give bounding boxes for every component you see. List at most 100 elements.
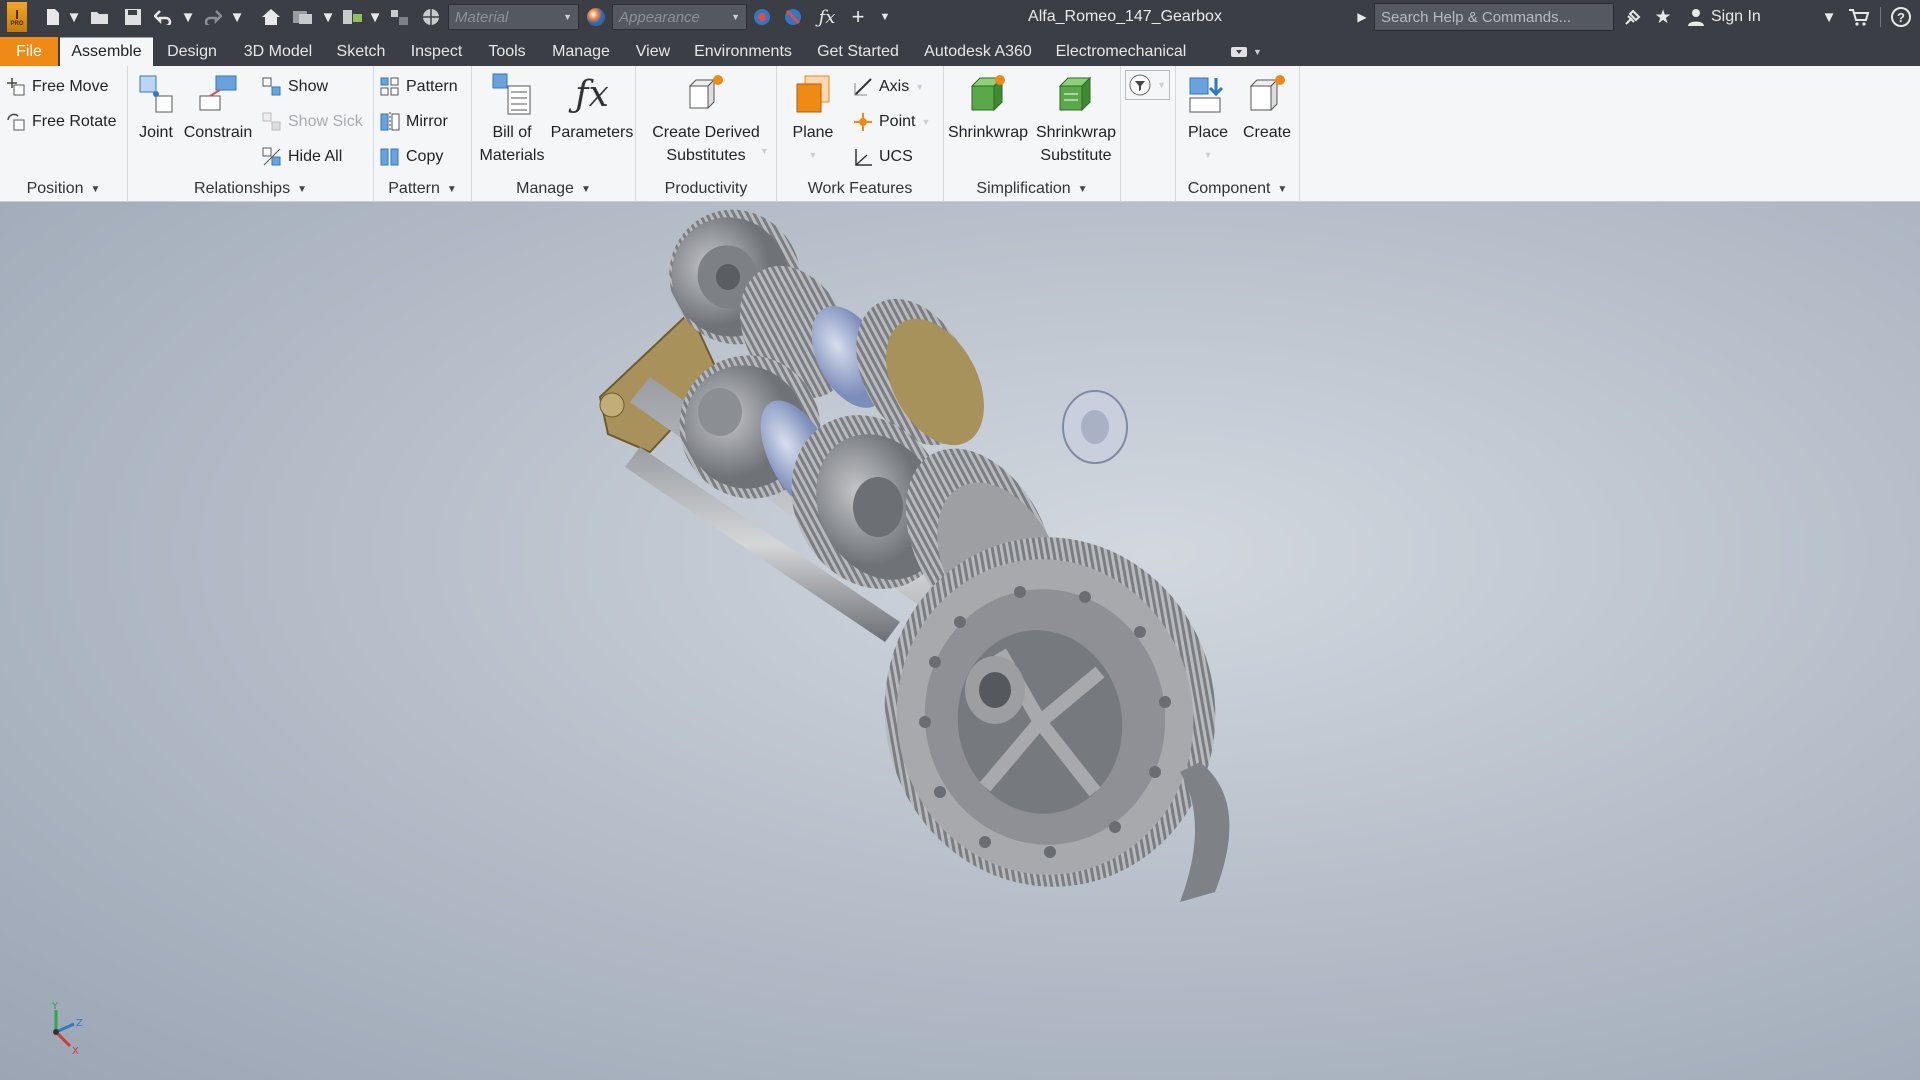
selection-filter-button[interactable]: ▼ [1125,70,1170,100]
update-button[interactable] [290,0,316,34]
gearbox-assembly-model[interactable] [0,202,1920,1080]
app-logo[interactable]: I PRO [4,0,30,34]
clear-appearance-button[interactable] [781,0,805,34]
create-button[interactable]: Create [1238,70,1296,144]
new-file-button[interactable] [40,0,66,34]
store-button[interactable] [1845,0,1873,34]
ucs-icon [855,149,872,166]
help-search-input[interactable]: Search Help & Commands... [1374,3,1614,31]
sign-in-dropdown[interactable]: ▼ [1822,0,1837,34]
panel-component: Place ▼ Create Component ▼ [1176,66,1300,202]
save-button[interactable] [120,0,146,34]
bill-of-materials-button[interactable]: Bill of Materials [476,70,548,167]
open-button[interactable] [87,0,113,34]
show-label: Show [288,78,329,95]
ribbon-tabs: File Assemble Design 3D Model Sketch Ins… [0,34,1920,66]
select-priority-button[interactable] [340,0,366,34]
measure-icon [391,10,408,25]
chevron-down-icon: ▼ [921,117,931,127]
joint-button[interactable]: Joint [134,70,178,144]
panel-title-manage[interactable]: Manage ▼ [472,176,635,202]
free-rotate-button[interactable]: Free Rotate [6,107,116,137]
create-derived-substitutes-button[interactable]: Create Derived Substitutes [646,70,766,167]
panel-title-simplification[interactable]: Simplification ▼ [944,176,1120,202]
tab-tools[interactable]: Tools [480,37,534,66]
panel-title-relationships[interactable]: Relationships ▼ [128,176,373,202]
tab-design[interactable]: Design [158,37,226,66]
shrinkwrap-substitute-line1: Shrinkwrap [1035,124,1117,141]
mirror-icon [380,112,400,132]
tab-inspect[interactable]: Inspect [403,37,470,66]
undo-button[interactable] [152,0,176,34]
tab-manage[interactable]: Manage [545,37,617,66]
shrinkwrap-button[interactable]: Shrinkwrap [944,70,1032,144]
tab-assemble[interactable]: Assemble [60,37,153,66]
help-button[interactable]: ? [1888,0,1914,34]
shrinkwrap-substitute-button[interactable]: Shrinkwrap Substitute [1032,70,1120,167]
select-priority-dropdown[interactable]: ▼ [368,0,383,34]
add-button[interactable]: + [846,0,870,34]
tab-view[interactable]: View [627,37,679,66]
mirror-button[interactable]: Mirror [380,107,448,137]
ribbon-display-toggle[interactable]: ▼ [1226,37,1266,66]
tab-environments[interactable]: Environments [690,37,796,66]
joint-label: Joint [139,124,173,141]
axis-icon [854,78,872,96]
show-sick-button[interactable]: Show Sick [262,107,363,137]
appearance-combo[interactable]: Appearance ▼ [612,4,747,30]
pattern-button[interactable]: Pattern [380,72,458,102]
communication-center-button[interactable] [1620,0,1646,34]
redo-dropdown[interactable]: ▼ [230,0,245,34]
ucs-label: UCS [879,148,913,165]
adjust-appearance-button[interactable] [750,0,774,34]
material-combo[interactable]: Material ▼ [448,4,579,30]
create-derived-line1: Create Derived [652,124,760,141]
tab-electromechanical[interactable]: Electromechanical [1050,37,1192,66]
save-icon [125,9,141,25]
undo-dropdown[interactable]: ▼ [181,0,196,34]
appearance-sphere[interactable] [585,0,607,34]
panel-title-component[interactable]: Component ▼ [1176,176,1299,202]
tab-3d-model[interactable]: 3D Model [234,37,322,66]
tab-sketch[interactable]: Sketch [330,37,392,66]
panel-relationships: Joint Constrain Show Show Sick Hide All … [128,66,374,202]
graphics-viewport[interactable]: Y Z X [0,202,1920,1080]
copy-button[interactable]: Copy [380,142,443,172]
axis-button[interactable]: Axis ▼ [853,72,924,102]
update-dropdown[interactable]: ▼ [321,0,336,34]
tab-file[interactable]: File [0,37,58,66]
measure-button[interactable] [387,0,413,34]
panel-title-position[interactable]: Position ▼ [0,176,127,202]
panel-title-pattern[interactable]: Pattern ▼ [374,176,471,202]
place-button[interactable]: Place ▼ [1178,70,1238,167]
show-button[interactable]: Show [262,72,328,102]
redo-button[interactable] [200,0,224,34]
fx-parameters-button[interactable]: ƒx [815,0,839,34]
ucs-button[interactable]: UCS [853,142,913,172]
chevron-down-icon: ▼ [1253,46,1262,57]
constrain-button[interactable]: Constrain [182,70,254,144]
parameters-button[interactable]: ƒx Parameters [551,70,634,144]
fx-icon: ƒx [575,73,609,115]
customize-quick-access[interactable]: ▼ [876,0,894,34]
new-file-dropdown[interactable]: ▼ [67,0,82,34]
plus-icon: + [851,4,865,29]
lifting-eye[interactable] [1062,390,1128,464]
chevron-down-icon: ▼ [563,12,572,22]
material-combo-text: Material [455,8,509,26]
point-button[interactable]: Point ▼ [853,107,930,137]
home-button[interactable] [259,0,283,34]
clear-appearance-icon [785,9,801,25]
tab-autodesk-a360[interactable]: Autodesk A360 [918,37,1038,66]
favorites-button[interactable]: ★ [1650,0,1676,34]
project-button[interactable] [418,0,444,34]
panel-simplification: Shrinkwrap Shrinkwrap Substitute Simplif… [944,66,1121,202]
sign-in-button[interactable]: Sign In [1687,0,1761,34]
panel-tool-selector: ▼ [1121,66,1176,202]
plane-button[interactable]: Plane ▼ [783,70,843,167]
free-move-button[interactable]: Free Move [6,72,108,102]
hide-all-button[interactable]: Hide All [262,142,342,172]
tab-get-started[interactable]: Get Started [808,37,908,66]
chevron-down-icon[interactable]: ▼ [760,146,769,156]
expand-search-button[interactable]: ▶ [1355,0,1369,34]
